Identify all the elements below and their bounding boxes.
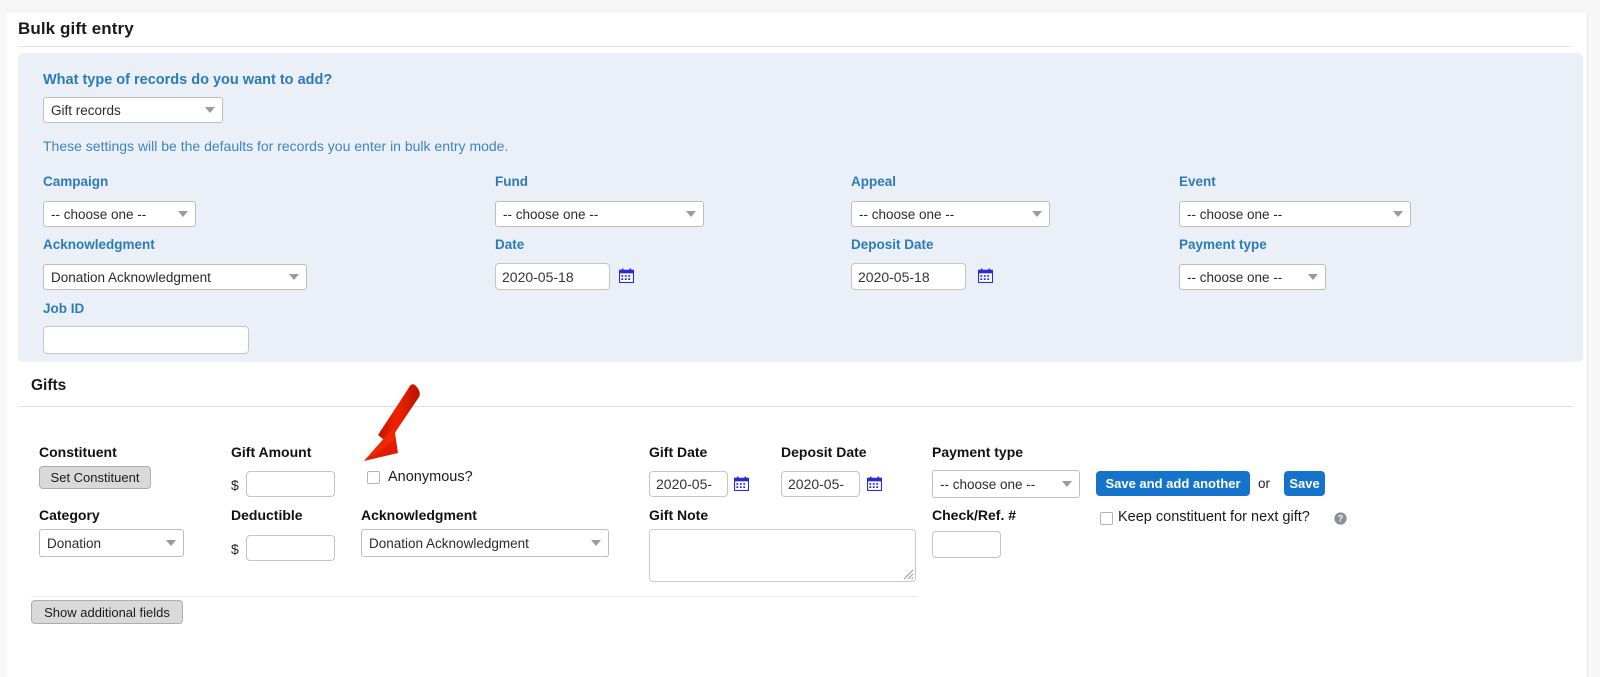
set-constituent-button-label: Set Constituent bbox=[50, 470, 140, 485]
title-divider bbox=[18, 46, 1573, 47]
fund-select-value: -- choose one -- bbox=[503, 206, 599, 222]
gift-deposit-date-input-value: 2020-05- bbox=[788, 476, 845, 492]
label-appeal: Appeal bbox=[851, 174, 897, 189]
save-and-add-another-button[interactable]: Save and add another bbox=[1096, 471, 1250, 496]
gift-date-input-value: 2020-05- bbox=[656, 476, 713, 492]
label-deposit-date: Deposit Date bbox=[851, 237, 934, 252]
acknowledgment-select[interactable]: Donation Acknowledgment bbox=[43, 264, 307, 290]
screenshot-root: Bulk gift entry What type of records do … bbox=[0, 0, 1600, 677]
event-select[interactable]: -- choose one -- bbox=[1179, 201, 1411, 227]
keep-constituent-label: Keep constituent for next gift? bbox=[1118, 509, 1310, 525]
gifts-bottom-divider bbox=[31, 596, 918, 597]
label-job-id: Job ID bbox=[43, 301, 85, 316]
event-select-value: -- choose one -- bbox=[1187, 206, 1283, 222]
chevron-down-icon bbox=[1032, 211, 1042, 217]
label-gift-date: Gift Date bbox=[649, 444, 708, 460]
gift-note-textarea[interactable] bbox=[649, 529, 916, 582]
chevron-down-icon bbox=[289, 274, 299, 280]
save-and-add-another-label: Save and add another bbox=[1105, 476, 1241, 491]
record-type-question: What type of records do you want to add? bbox=[43, 72, 333, 88]
label-fund: Fund bbox=[495, 174, 528, 189]
campaign-select-value: -- choose one -- bbox=[51, 206, 147, 222]
calendar-icon[interactable] bbox=[734, 476, 749, 491]
label-gift-amount: Gift Amount bbox=[231, 444, 312, 460]
label-gift-note: Gift Note bbox=[649, 507, 709, 523]
appeal-select[interactable]: -- choose one -- bbox=[851, 201, 1050, 227]
check-ref-input[interactable] bbox=[932, 531, 1001, 558]
job-id-input[interactable] bbox=[43, 326, 249, 354]
save-button[interactable]: Save bbox=[1284, 471, 1325, 496]
label-deductible: Deductible bbox=[231, 507, 303, 523]
label-category: Category bbox=[39, 507, 100, 523]
label-check-ref: Check/Ref. # bbox=[932, 507, 1017, 523]
save-button-label: Save bbox=[1289, 476, 1320, 491]
label-payment-type: Payment type bbox=[1179, 237, 1267, 252]
set-constituent-button[interactable]: Set Constituent bbox=[39, 466, 151, 489]
fund-select[interactable]: -- choose one -- bbox=[495, 201, 704, 227]
gift-amount-currency-symbol: $ bbox=[231, 477, 239, 493]
keep-constituent-checkbox[interactable] bbox=[1100, 512, 1113, 525]
svg-text:?: ? bbox=[1338, 514, 1343, 524]
anonymous-checkbox[interactable] bbox=[367, 471, 380, 484]
chevron-down-icon bbox=[1308, 274, 1318, 280]
label-acknowledgment: Acknowledgment bbox=[43, 237, 155, 252]
record-type-select[interactable]: Gift records bbox=[43, 97, 223, 123]
deductible-input[interactable] bbox=[246, 535, 335, 561]
show-additional-fields-label: Show additional fields bbox=[44, 604, 170, 620]
calendar-icon[interactable] bbox=[867, 476, 882, 491]
campaign-select[interactable]: -- choose one -- bbox=[43, 201, 196, 227]
record-type-select-value: Gift records bbox=[51, 102, 121, 118]
gifts-section-title: Gifts bbox=[31, 377, 67, 394]
gift-date-input[interactable]: 2020-05- bbox=[649, 471, 728, 497]
gift-payment-type-select-value: -- choose one -- bbox=[940, 476, 1036, 492]
default-settings-panel: What type of records do you want to add?… bbox=[18, 53, 1583, 362]
page-title: Bulk gift entry bbox=[18, 19, 134, 38]
anonymous-label: Anonymous? bbox=[388, 469, 473, 485]
or-separator: or bbox=[1258, 476, 1271, 491]
appeal-select-value: -- choose one -- bbox=[859, 206, 955, 222]
deposit-date-input-value: 2020-05-18 bbox=[858, 268, 930, 285]
deposit-date-input[interactable]: 2020-05-18 bbox=[851, 263, 966, 290]
gift-acknowledgment-select[interactable]: Donation Acknowledgment bbox=[361, 529, 609, 557]
gift-amount-input[interactable] bbox=[246, 471, 335, 497]
settings-note: These settings will be the defaults for … bbox=[43, 138, 509, 154]
chevron-down-icon bbox=[591, 540, 601, 546]
deductible-currency-symbol: $ bbox=[231, 541, 239, 557]
show-additional-fields-button[interactable]: Show additional fields bbox=[31, 600, 183, 624]
chevron-down-icon bbox=[1393, 211, 1403, 217]
chevron-down-icon bbox=[166, 540, 176, 546]
gift-acknowledgment-select-value: Donation Acknowledgment bbox=[369, 535, 529, 551]
page-sheet: Bulk gift entry What type of records do … bbox=[7, 13, 1588, 677]
calendar-icon[interactable] bbox=[619, 268, 634, 283]
chevron-down-icon bbox=[178, 211, 188, 217]
label-gift-deposit-date: Deposit Date bbox=[781, 444, 867, 460]
label-constituent: Constituent bbox=[39, 444, 117, 460]
category-select[interactable]: Donation bbox=[39, 529, 184, 557]
label-gift-acknowledgment: Acknowledgment bbox=[361, 507, 477, 523]
gifts-divider bbox=[18, 406, 1573, 407]
gift-deposit-date-input[interactable]: 2020-05- bbox=[781, 471, 860, 497]
label-campaign: Campaign bbox=[43, 174, 109, 189]
date-input-value: 2020-05-18 bbox=[502, 268, 574, 285]
gift-payment-type-select[interactable]: -- choose one -- bbox=[932, 470, 1080, 498]
date-input[interactable]: 2020-05-18 bbox=[495, 263, 610, 290]
chevron-down-icon bbox=[686, 211, 696, 217]
payment-type-select[interactable]: -- choose one -- bbox=[1179, 264, 1326, 290]
chevron-down-icon bbox=[1062, 481, 1072, 487]
label-event: Event bbox=[1179, 174, 1216, 189]
help-icon[interactable]: ? bbox=[1334, 512, 1347, 525]
label-gift-payment-type: Payment type bbox=[932, 444, 1024, 460]
label-date: Date bbox=[495, 237, 525, 252]
category-select-value: Donation bbox=[47, 535, 102, 551]
payment-type-select-value: -- choose one -- bbox=[1187, 269, 1283, 285]
calendar-icon[interactable] bbox=[978, 268, 993, 283]
chevron-down-icon bbox=[205, 107, 215, 113]
acknowledgment-select-value: Donation Acknowledgment bbox=[51, 269, 211, 285]
resize-grip-icon[interactable] bbox=[902, 568, 914, 580]
